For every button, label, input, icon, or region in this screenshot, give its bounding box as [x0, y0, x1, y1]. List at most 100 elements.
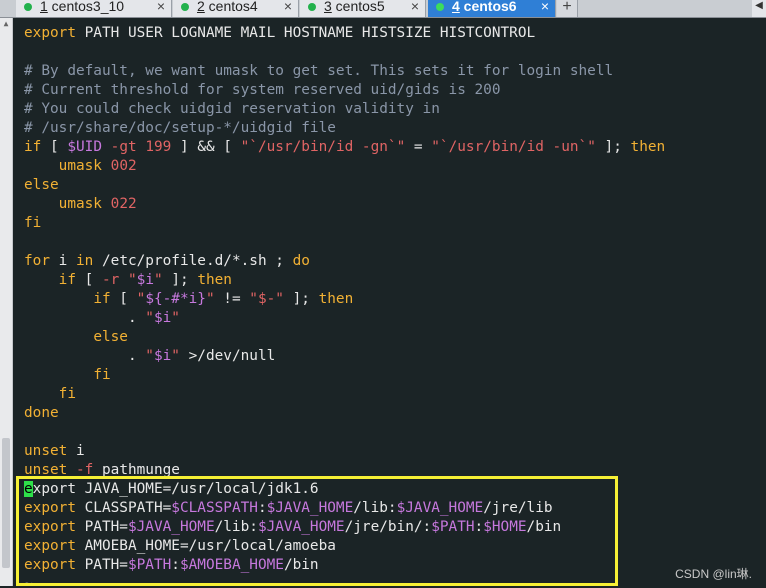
connected-status-icon: [24, 3, 32, 11]
terminal-line: unset i: [24, 442, 665, 461]
scrollbar-thumb[interactable]: [2, 438, 10, 568]
terminal-token: ": [145, 310, 154, 326]
terminal-token: i: [67, 443, 85, 459]
terminal-token: umask: [58, 158, 102, 174]
terminal-token: 199: [145, 139, 172, 155]
terminal-token: ": [153, 272, 163, 288]
terminal-token: ": [171, 310, 180, 326]
terminal-token: ${-#*i}: [145, 291, 206, 307]
terminal-token: 002: [110, 158, 137, 174]
terminal-line: # Current threshold for system reserved …: [24, 81, 665, 100]
terminal-token: # You could check uidgid reservation val…: [24, 101, 440, 117]
terminal-token: if: [93, 291, 111, 307]
terminal-line: umask 022: [24, 195, 665, 214]
terminal-token: else: [24, 177, 59, 193]
terminal-line: # /usr/share/doc/setup-*/uidgid file: [24, 119, 665, 138]
tab-label: centos4: [204, 0, 258, 14]
tab-number: 4: [452, 0, 460, 14]
terminal-token: # By default, we want umask to get set. …: [24, 63, 614, 79]
terminal-token: # /usr/share/doc/setup-*/uidgid file: [24, 120, 336, 136]
tab-scroll-icon[interactable]: ◀: [752, 0, 766, 17]
tab-number: 2: [197, 0, 205, 14]
terminal-token: umask: [58, 196, 102, 212]
tab-centos6[interactable]: 4 centos6 ×: [428, 0, 556, 17]
tab-close-icon[interactable]: ×: [541, 0, 549, 13]
tab-bar: 1 centos3_10 × 2 centos4 × 3 centos5 × 4…: [0, 0, 766, 18]
terminal-token: "$-": [249, 291, 284, 307]
terminal-line: done: [24, 404, 665, 423]
terminal-token: =: [405, 139, 432, 155]
terminal-token: [: [41, 139, 68, 155]
tab-close-icon[interactable]: ×: [284, 0, 292, 13]
terminal-token: $i: [136, 272, 154, 288]
terminal-token: if: [58, 272, 76, 288]
terminal-token: !=: [214, 291, 250, 307]
terminal-token: .: [24, 348, 146, 364]
terminal-token: ": [127, 272, 137, 288]
tab-centos4[interactable]: 2 centos4 ×: [173, 0, 299, 17]
tab-close-icon[interactable]: ×: [411, 0, 419, 13]
tab-close-icon[interactable]: ×: [157, 0, 165, 13]
terminal-token: ];: [283, 291, 319, 307]
terminal-line: # By default, we want umask to get set. …: [24, 62, 665, 81]
vertical-scrollbar[interactable]: ▲: [0, 18, 13, 586]
terminal-token: [: [75, 272, 102, 288]
terminal-token: fi: [93, 367, 111, 383]
terminal-line: if [ $UID -gt 199 ] && [ "`/usr/bin/id -…: [24, 138, 665, 157]
terminal-token: else: [93, 329, 128, 345]
terminal-token: $i: [153, 348, 172, 364]
terminal-token: for: [24, 253, 50, 269]
terminal-token: 022: [110, 196, 137, 212]
terminal-token: $i: [153, 310, 172, 326]
terminal-line: fi: [24, 214, 665, 233]
terminal-token: fi: [58, 386, 76, 402]
terminal-token: /etc/profile.d/*.sh ;: [93, 253, 293, 269]
terminal-token: $UID: [67, 139, 102, 155]
tab-number: 3: [324, 0, 332, 14]
terminal-token: [: [110, 291, 137, 307]
terminal-line: export PATH USER LOGNAME MAIL HOSTNAME H…: [24, 24, 665, 43]
connected-status-icon: [308, 3, 316, 11]
terminal-line: if [ -r "$i" ]; then: [24, 271, 665, 290]
terminal-token: if: [24, 139, 42, 155]
terminal-token: ];: [595, 139, 631, 155]
terminal-line: else: [24, 176, 665, 195]
add-tab-button[interactable]: +: [557, 0, 578, 17]
terminal-token: i: [50, 253, 76, 269]
connected-status-icon: [436, 3, 444, 11]
terminal-token: ": [205, 291, 215, 307]
terminal-line: fi: [24, 366, 665, 385]
terminal-line: . "$i": [24, 309, 665, 328]
terminal-token: "`/usr/bin/id -gn`": [240, 139, 406, 155]
tab-centos5[interactable]: 3 centos5 ×: [300, 0, 426, 17]
terminal-token: then: [197, 272, 232, 288]
terminal-token: >/dev/null: [179, 348, 276, 364]
tab-label: centos6: [459, 0, 517, 14]
scroll-up-icon[interactable]: ▲: [0, 18, 12, 30]
terminal-line: if [ "${-#*i}" != "$-" ]; then: [24, 290, 665, 309]
terminal-line: else: [24, 328, 665, 347]
terminal-token: "`/usr/bin/id -un`": [431, 139, 596, 155]
terminal-token: # Current threshold for system reserved …: [24, 82, 501, 98]
tab-centos3-10[interactable]: 1 centos3_10 ×: [16, 0, 172, 17]
terminal-token: .: [24, 310, 146, 326]
terminal-view[interactable]: ▲ export PATH USER LOGNAME MAIL HOSTNAME…: [0, 18, 766, 588]
terminal-token: PATH USER LOGNAME MAIL HOSTNAME HISTSIZE…: [75, 25, 536, 41]
terminal-token: ] && [: [171, 139, 241, 155]
tab-label: centos3_10: [47, 0, 125, 14]
terminal-token: unset: [24, 443, 68, 459]
terminal-token: then: [318, 291, 354, 307]
terminal-line: # You could check uidgid reservation val…: [24, 100, 665, 119]
tab-number: 1: [40, 0, 48, 14]
